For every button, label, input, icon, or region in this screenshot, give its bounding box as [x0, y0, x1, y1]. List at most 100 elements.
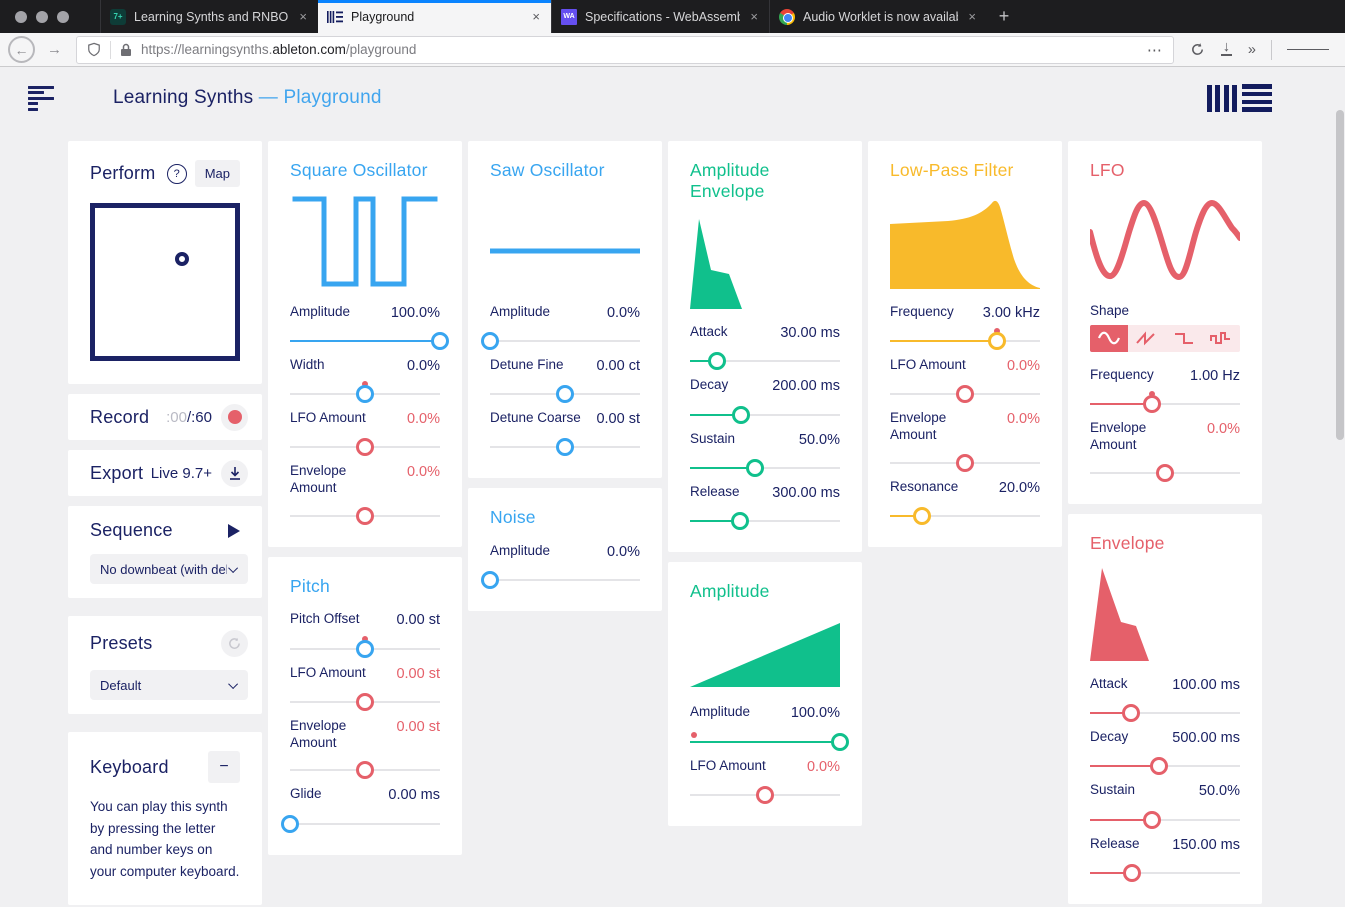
slider-knob[interactable]	[1142, 810, 1161, 829]
slider-knob[interactable]	[987, 331, 1006, 350]
square-shape-button[interactable]	[1165, 325, 1203, 352]
minimize-window-button[interactable]	[36, 10, 48, 23]
slider-track[interactable]	[290, 761, 440, 780]
slider-track[interactable]	[490, 438, 640, 457]
close-icon[interactable]: ×	[748, 9, 760, 24]
slider-knob[interactable]	[356, 384, 374, 403]
slider-track[interactable]	[290, 635, 440, 658]
slider-knob[interactable]	[745, 458, 764, 477]
xy-pad-cursor[interactable]	[174, 252, 189, 267]
slider-knob[interactable]	[1123, 863, 1141, 882]
forward-button[interactable]: →	[41, 41, 68, 58]
record-button[interactable]	[221, 403, 248, 431]
slider-track[interactable]	[690, 511, 840, 530]
download-icon[interactable]: ↓	[1213, 40, 1240, 56]
sine-shape-button[interactable]	[1090, 324, 1128, 352]
slider-track[interactable]	[1090, 463, 1240, 482]
slider-track[interactable]	[690, 405, 840, 424]
slider-track[interactable]	[290, 438, 440, 457]
slider-knob[interactable]	[356, 438, 374, 457]
panel-title: Noise	[490, 507, 536, 528]
slider-track[interactable]	[690, 458, 840, 477]
url-bar[interactable]: https://learningsynths.ableton.com/playg…	[76, 35, 1174, 64]
slider-knob[interactable]	[1156, 463, 1174, 482]
play-icon[interactable]	[228, 523, 240, 538]
slider-track[interactable]	[290, 331, 449, 350]
xy-pad[interactable]	[90, 203, 240, 361]
slider-track[interactable]	[481, 331, 640, 350]
help-icon[interactable]: ?	[166, 163, 187, 184]
slider-knob[interactable]	[556, 438, 574, 457]
close-icon[interactable]: ×	[297, 9, 309, 24]
slider-value: 0.00 st	[396, 612, 440, 629]
slider-track[interactable]	[1090, 390, 1240, 413]
slider-knob[interactable]	[756, 785, 774, 804]
close-icon[interactable]: ×	[530, 9, 542, 24]
slider-track[interactable]	[281, 814, 440, 833]
slider-knob[interactable]	[1121, 704, 1140, 723]
slider-value: 0.00 ct	[596, 357, 640, 374]
slider-track[interactable]	[1090, 757, 1240, 776]
page-actions-icon[interactable]: ⋯	[1147, 41, 1163, 59]
slider-knob[interactable]	[356, 506, 374, 525]
slider-knob[interactable]	[732, 405, 750, 424]
slider-track[interactable]	[690, 352, 840, 371]
slider-knob[interactable]	[356, 639, 374, 658]
tab-playground[interactable]: Playground ×	[318, 0, 551, 33]
presets-reset-button[interactable]	[221, 630, 248, 657]
slider-knob[interactable]	[1142, 394, 1161, 413]
map-button[interactable]: Map	[194, 160, 240, 187]
slider-knob[interactable]	[481, 331, 499, 350]
collapse-button[interactable]: −	[208, 751, 240, 783]
close-icon[interactable]: ×	[966, 9, 978, 24]
random-shape-button[interactable]	[1203, 325, 1241, 352]
slider-knob[interactable]	[956, 384, 974, 403]
slider-track[interactable]	[290, 506, 440, 525]
reload-icon[interactable]	[1182, 42, 1213, 57]
slider-knob[interactable]	[281, 814, 299, 833]
slider-track[interactable]	[1090, 704, 1240, 723]
slider-knob[interactable]	[481, 570, 499, 589]
sequence-selected-value: No downbeat (with delay)	[100, 561, 227, 577]
zoom-window-button[interactable]	[57, 10, 69, 23]
slider-track[interactable]	[690, 731, 849, 751]
sawtooth-shape-button[interactable]	[1128, 325, 1166, 352]
slider-track[interactable]	[890, 506, 1040, 525]
hamburger-menu-icon[interactable]	[1279, 46, 1337, 54]
back-button[interactable]: ←	[8, 36, 35, 63]
slider-knob[interactable]	[831, 732, 849, 751]
tab-audio-worklet[interactable]: Audio Worklet is now available t ×	[769, 0, 987, 33]
slider-track[interactable]	[890, 384, 1040, 403]
slider-track[interactable]	[290, 380, 440, 403]
site-menu-icon[interactable]	[28, 85, 54, 111]
close-window-button[interactable]	[15, 10, 27, 23]
slider-knob[interactable]	[356, 692, 374, 711]
slider-track[interactable]	[1090, 863, 1240, 882]
slider-knob[interactable]	[431, 331, 449, 350]
presets-dropdown[interactable]: Default	[90, 670, 248, 700]
slider-knob[interactable]	[708, 352, 726, 371]
overflow-chevrons-icon[interactable]: »	[1240, 42, 1264, 58]
sequence-dropdown[interactable]: No downbeat (with delay)	[90, 554, 248, 584]
slider-track[interactable]	[890, 327, 1040, 350]
slider-track[interactable]	[1090, 810, 1240, 829]
scrollbar-thumb[interactable]	[1336, 110, 1344, 440]
slider-knob[interactable]	[1150, 757, 1168, 776]
slider-knob[interactable]	[912, 506, 931, 525]
slider-track[interactable]	[290, 692, 440, 711]
slider-knob[interactable]	[956, 453, 974, 472]
slider-knob[interactable]	[356, 761, 374, 780]
slider-track[interactable]	[890, 453, 1040, 472]
slider-knob[interactable]	[556, 384, 574, 403]
slider-track[interactable]	[690, 785, 840, 804]
slider-row: Amplitude 100.0%	[690, 704, 849, 751]
tab-webassembly-specs[interactable]: WA Specifications - WebAssembly ×	[551, 0, 769, 33]
slider-knob[interactable]	[730, 511, 749, 530]
tab-learning-synths-rnbo[interactable]: 7+ Learning Synths and RNBO | Cy ×	[100, 0, 318, 33]
export-download-button[interactable]	[221, 459, 248, 487]
ableton-logo[interactable]	[1206, 84, 1272, 112]
new-tab-button[interactable]: +	[987, 0, 1021, 33]
slider-track[interactable]	[481, 570, 640, 589]
shield-icon[interactable]	[87, 42, 101, 57]
slider-track[interactable]	[490, 384, 640, 403]
